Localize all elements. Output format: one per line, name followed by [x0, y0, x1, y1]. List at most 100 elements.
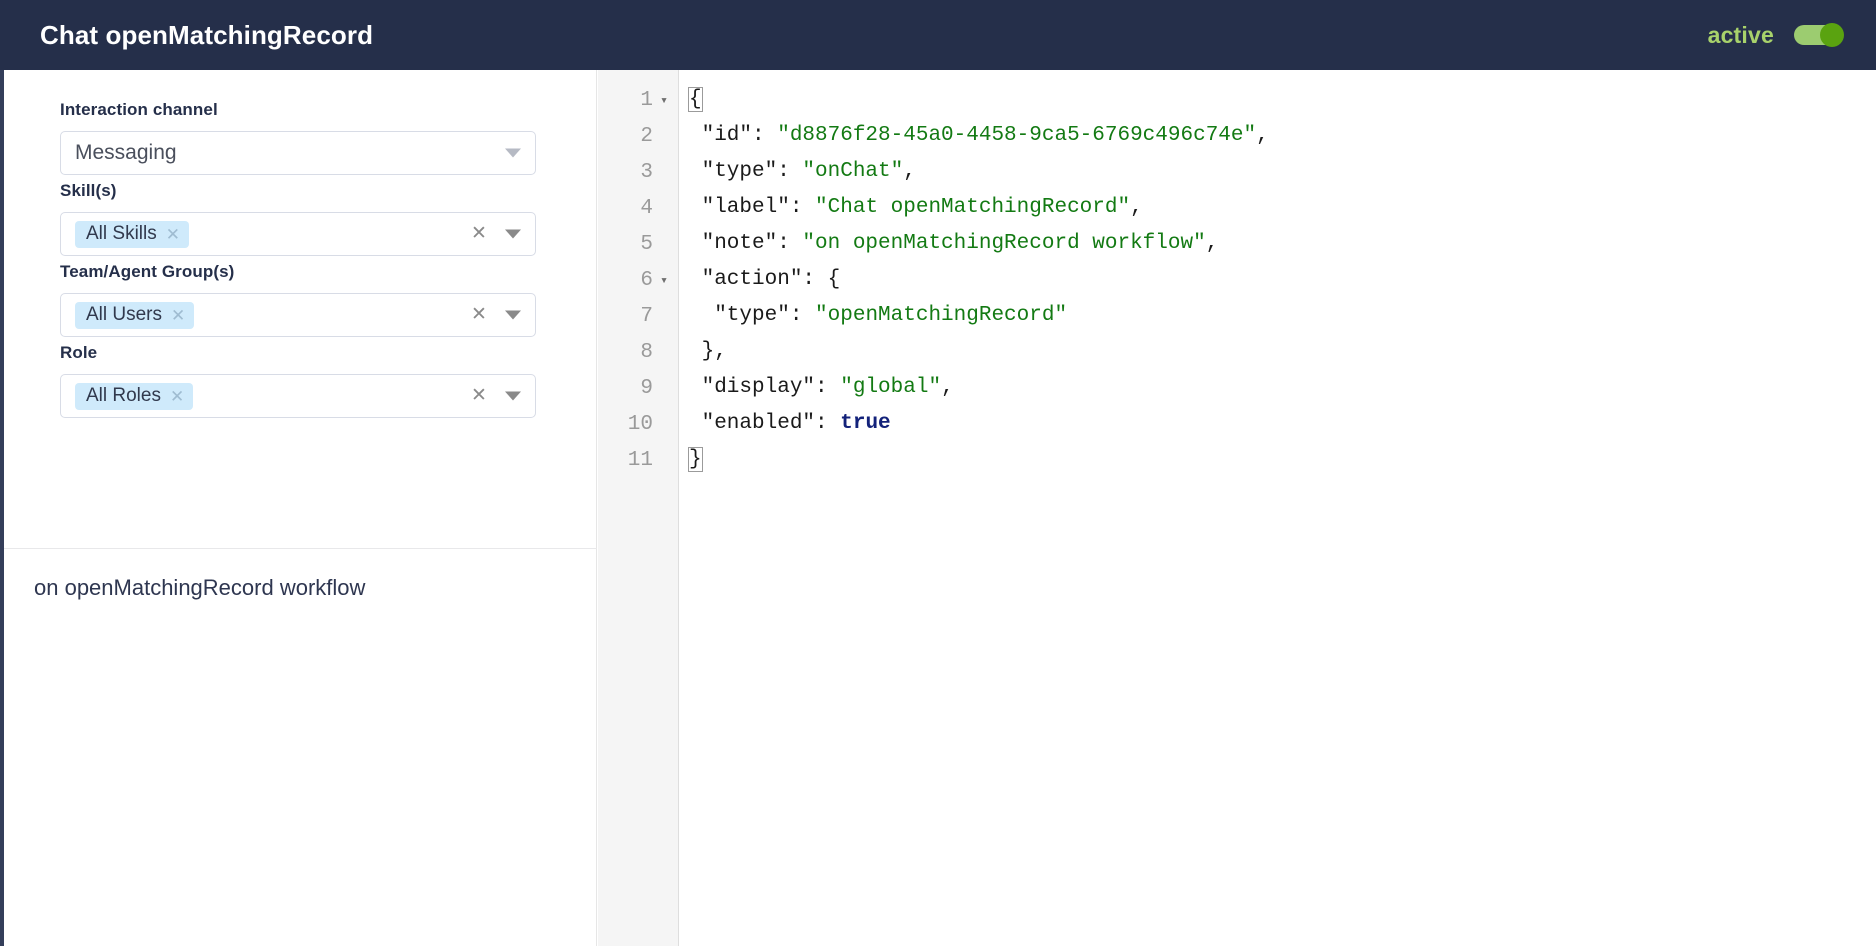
json-key-token: "display":: [689, 376, 841, 399]
editor-line-number-gutter: 1▾2▾3▾4▾5▾6▾7▾8▾9▾10▾11▾: [598, 70, 679, 946]
json-code-editor[interactable]: 1▾2▾3▾4▾5▾6▾7▾8▾9▾10▾11▾ { "id": "d8876f…: [598, 70, 1876, 946]
json-string-token: "openMatchingRecord": [815, 304, 1068, 327]
json-key-token: ,: [1130, 196, 1143, 219]
code-line: "type": "openMatchingRecord": [689, 298, 1876, 334]
json-key-token: ,: [941, 376, 954, 399]
line-number-label: 2: [640, 124, 653, 148]
line-number-6: 6 ▾: [598, 262, 678, 298]
json-key-token: "type":: [689, 160, 803, 183]
line-number-label: 4: [640, 196, 653, 220]
clear-all-icon[interactable]: ✕: [470, 224, 488, 243]
json-key-token: ,: [1205, 232, 1219, 255]
field-label-skill-s: Skill(s): [60, 181, 117, 200]
code-fold-toggle-icon[interactable]: ▾: [658, 274, 670, 287]
multiselect-team-agent-group-s[interactable]: All Users ✕ ✕: [60, 293, 536, 337]
code-line: }: [688, 442, 1876, 478]
chip-label: All Skills: [86, 223, 157, 244]
line-number-9: 9▾: [598, 370, 678, 406]
chevron-down-icon[interactable]: [505, 148, 521, 158]
status-badge: active: [1707, 21, 1774, 48]
line-number-10: 10▾: [598, 406, 678, 442]
matching-brace: {: [688, 87, 703, 112]
line-number-8: 8▾: [598, 334, 678, 370]
json-key-token: ,: [903, 160, 916, 183]
line-number-label: 1: [640, 88, 653, 112]
window-titlebar: Chat openMatchingRecord active: [0, 0, 1876, 70]
code-line: },: [689, 334, 1876, 370]
line-number-label: 9: [640, 376, 653, 400]
chip-label: All Roles: [86, 385, 161, 406]
chip-label: All Users: [86, 304, 163, 325]
chip-all-roles[interactable]: All Roles ✕: [75, 382, 194, 410]
code-line: "note": "on openMatchingRecord workflow"…: [689, 226, 1876, 262]
multiselect-role[interactable]: All Roles ✕ ✕: [60, 374, 536, 418]
multiselect-skill-s[interactable]: All Skills ✕ ✕: [60, 212, 536, 256]
json-string-token: "d8876f28-45a0-4458-9ca5-6769c496c74e": [777, 124, 1257, 147]
json-key-token: "id":: [689, 124, 778, 147]
json-string-token: "global": [840, 376, 942, 399]
chip-remove-icon[interactable]: ✕: [171, 307, 185, 324]
selected-value-interaction-channel: Messaging: [75, 141, 177, 164]
line-number-2: 2▾: [598, 118, 678, 154]
settings-panel: Interaction channel Messaging Skill(s) All …: [4, 70, 597, 946]
json-key-token: "action": {: [689, 268, 841, 291]
toggle-knob: [1820, 23, 1844, 47]
field-role: Role All Roles ✕ ✕: [60, 343, 536, 418]
titlebar-actions: active: [1707, 21, 1844, 49]
chip-remove-icon[interactable]: ✕: [166, 226, 180, 243]
chip-remove-icon[interactable]: ✕: [170, 388, 184, 405]
note-text: on openMatchingRecord workflow: [34, 575, 366, 600]
field-skill-s: Skill(s) All Skills ✕ ✕: [60, 181, 536, 256]
app-root: Chat openMatchingRecord active Interacti…: [0, 0, 1876, 946]
json-key-token: "type":: [689, 304, 816, 327]
line-number-11: 11▾: [598, 442, 678, 478]
chip-all-users[interactable]: All Users ✕: [75, 301, 195, 329]
json-key-token: "enabled":: [689, 412, 841, 435]
matching-brace: }: [688, 447, 703, 472]
body-area: Interaction channel Messaging Skill(s) All …: [0, 70, 1876, 946]
json-string-token: "Chat openMatchingRecord": [815, 196, 1131, 219]
field-interaction-channel: Interaction channel Messaging: [60, 100, 536, 175]
page-title: Chat openMatchingRecord: [40, 19, 374, 50]
chevron-down-icon[interactable]: [505, 229, 521, 239]
clear-all-icon[interactable]: ✕: [470, 386, 488, 405]
chip-all-skills[interactable]: All Skills ✕: [75, 220, 189, 248]
select-interaction-channel[interactable]: Messaging: [60, 131, 536, 175]
line-number-4: 4▾: [598, 190, 678, 226]
enabled-toggle[interactable]: [1794, 23, 1844, 47]
chevron-down-icon[interactable]: [505, 391, 521, 401]
line-number-7: 7▾: [598, 298, 678, 334]
field-label-interaction-channel: Interaction channel: [60, 100, 218, 119]
line-number-5: 5▾: [598, 226, 678, 262]
panel-divider: [4, 548, 597, 549]
code-line: "enabled": true: [689, 406, 1876, 442]
json-boolean-token: true: [840, 412, 891, 435]
code-line: "action": {: [689, 262, 1876, 298]
line-number-label: 8: [640, 340, 653, 364]
line-number-1: 1 ▾: [598, 82, 678, 118]
code-line: "display": "global",: [689, 370, 1876, 406]
field-label-role: Role: [60, 343, 98, 362]
code-line: "type": "onChat",: [689, 154, 1876, 190]
editor-code-area[interactable]: { "id": "d8876f28-45a0-4458-9ca5-6769c49…: [679, 70, 1876, 946]
code-line: {: [688, 82, 1876, 118]
json-string-token: "on openMatchingRecord workflow": [802, 232, 1206, 255]
line-number-label: 6: [640, 268, 653, 292]
json-key-token: ,: [1256, 124, 1269, 147]
json-string-token: "onChat": [802, 160, 904, 183]
json-key-token: },: [689, 340, 727, 363]
line-number-label: 11: [627, 448, 653, 472]
line-number-label: 5: [640, 232, 653, 256]
field-label-team-agent-group-s: Team/Agent Group(s): [60, 262, 235, 281]
line-number-3: 3▾: [598, 154, 678, 190]
line-number-label: 7: [640, 304, 653, 328]
clear-all-icon[interactable]: ✕: [470, 305, 488, 324]
json-key-token: "label":: [689, 196, 816, 219]
chevron-down-icon[interactable]: [505, 310, 521, 320]
code-line: "id": "d8876f28-45a0-4458-9ca5-6769c496c…: [689, 118, 1876, 154]
code-fold-toggle-icon[interactable]: ▾: [658, 94, 670, 107]
code-line: "label": "Chat openMatchingRecord",: [689, 190, 1876, 226]
form-fields: Interaction channel Messaging Skill(s) All …: [4, 70, 596, 418]
json-key-token: "note":: [689, 232, 803, 255]
line-number-label: 10: [627, 412, 653, 436]
